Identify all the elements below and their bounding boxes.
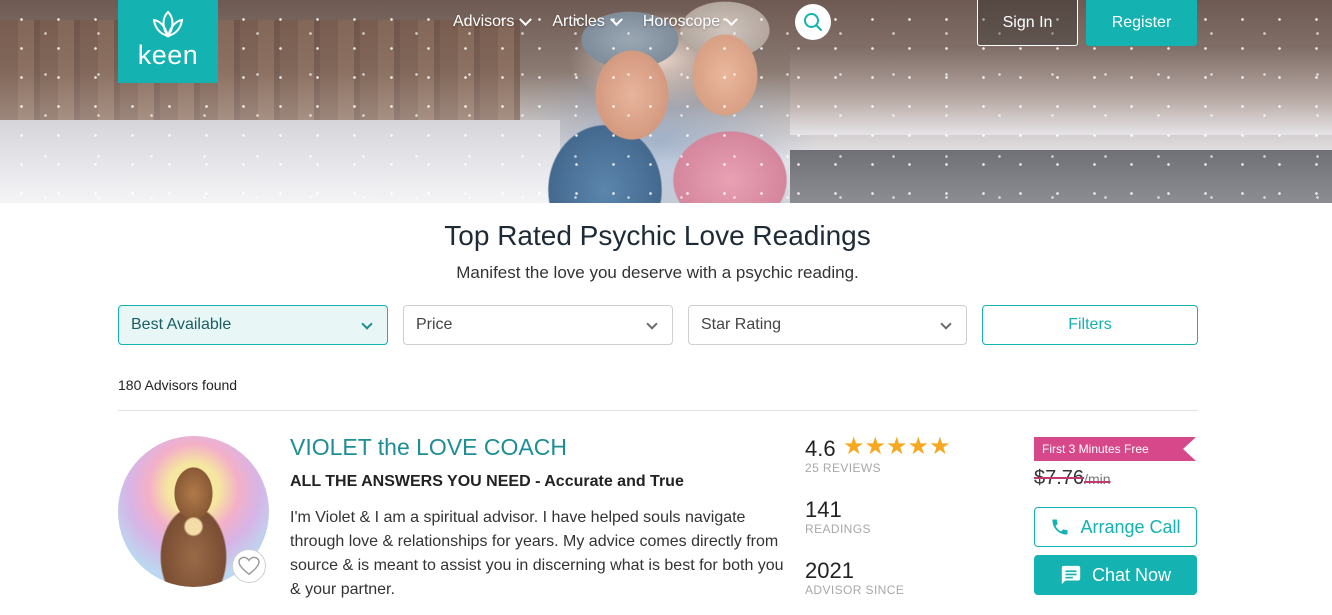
price-unit: /min: [1084, 471, 1111, 487]
nav-advisors-label: Advisors: [453, 13, 515, 30]
star-icon: ★: [907, 433, 930, 460]
register-button[interactable]: Register: [1086, 0, 1197, 46]
reviews-link[interactable]: 25 REVIEWS: [805, 461, 881, 475]
keen-logo[interactable]: keen: [118, 0, 218, 83]
main-nav: Advisors Articles Horoscope: [453, 10, 758, 34]
advisor-since-label: ADVISOR SINCE: [805, 583, 905, 597]
advisor-name[interactable]: VIOLET the LOVE COACH: [290, 434, 567, 461]
chevron-down-icon: [361, 318, 373, 330]
nav-articles[interactable]: Articles: [552, 10, 623, 34]
star-rating: ★ ★ ★ ★ ★: [843, 435, 951, 459]
nav-horoscope[interactable]: Horoscope: [642, 10, 739, 34]
sort-select[interactable]: Best Available: [118, 305, 388, 345]
star-icon: ★: [886, 433, 908, 460]
chevron-down-icon: [519, 12, 533, 26]
star-icon: ★: [929, 433, 951, 460]
chevron-down-icon: [646, 318, 658, 330]
divider: [118, 410, 1198, 411]
chat-now-label: Chat Now: [1091, 564, 1172, 585]
sort-select-value: Best Available: [131, 316, 232, 333]
advisor-price: $7.76/min: [1034, 467, 1111, 490]
chevron-down-icon: [725, 12, 739, 26]
star-rating-select-value: Star Rating: [701, 316, 782, 333]
search-icon: [804, 13, 822, 31]
sign-in-button[interactable]: Sign In: [977, 0, 1078, 46]
results-count: 180 Advisors found: [118, 377, 238, 393]
star-icon: ★: [843, 433, 865, 460]
filters-button[interactable]: Filters: [982, 305, 1198, 345]
page-subtitle: Manifest the love you deserve with a psy…: [456, 263, 859, 282]
phone-icon: [1052, 519, 1068, 535]
nav-advisors[interactable]: Advisors: [453, 10, 533, 34]
arrange-call-label: Arrange Call: [1080, 516, 1181, 537]
advisor-description: I'm Violet & I am a spiritual advisor. I…: [290, 509, 784, 598]
search-button[interactable]: [795, 4, 831, 40]
chevron-down-icon: [609, 12, 623, 26]
rating-value: 4.6: [805, 436, 836, 461]
price-select-value: Price: [416, 316, 453, 333]
star-rating-select[interactable]: Star Rating: [688, 305, 967, 345]
price-value: $7.76: [1034, 467, 1085, 489]
chat-icon: [1061, 565, 1081, 585]
logo-text: keen: [137, 40, 199, 70]
chevron-down-icon: [940, 318, 952, 330]
heart-icon: [238, 556, 260, 576]
price-select[interactable]: Price: [403, 305, 673, 345]
nav-horoscope-label: Horoscope: [642, 13, 721, 30]
advisor-since-year: 2021: [805, 558, 854, 583]
advisor-tagline: ALL THE ANSWERS YOU NEED - Accurate and …: [290, 473, 684, 490]
readings-count: 141: [805, 497, 842, 522]
star-icon: ★: [864, 433, 887, 460]
chat-now-button[interactable]: Chat Now: [1034, 555, 1197, 595]
readings-label: READINGS: [805, 522, 871, 536]
lotus-icon: [152, 10, 184, 38]
nav-articles-label: Articles: [552, 13, 605, 30]
arrange-call-button[interactable]: Arrange Call: [1034, 507, 1197, 547]
promo-badge: First 3 Minutes Free: [1034, 437, 1196, 461]
favorite-button[interactable]: [232, 549, 266, 583]
page-title: Top Rated Psychic Love Readings: [444, 220, 871, 251]
